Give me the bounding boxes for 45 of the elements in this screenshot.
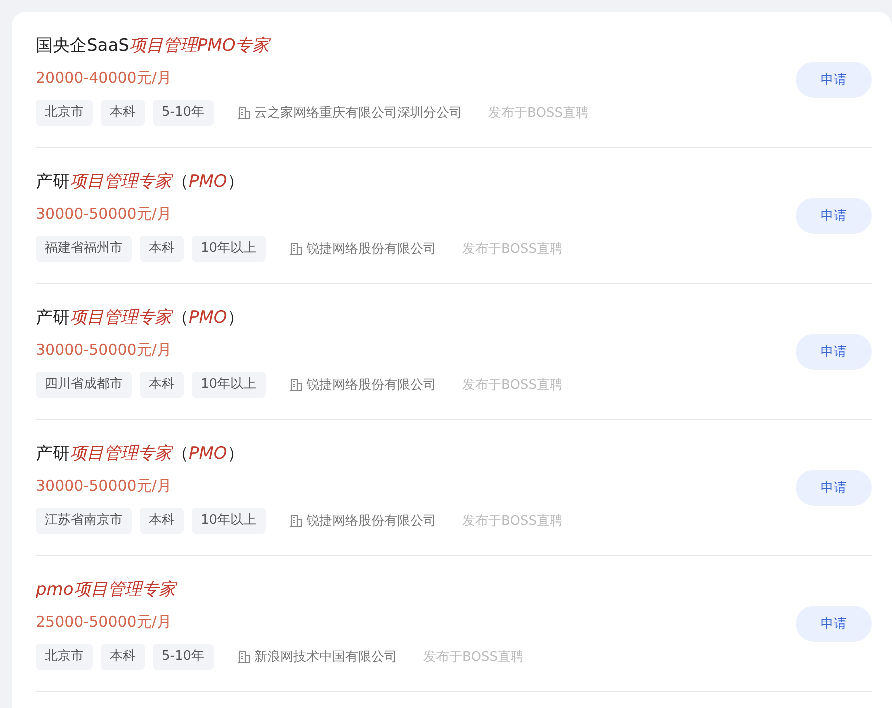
job-tag: 10年以上 (192, 236, 266, 262)
salary: 30000-50000元/月 (36, 204, 173, 224)
source-label: 发布于BOSS直聘 (488, 104, 589, 122)
job-title[interactable]: 产研项目管理专家（PMO） (36, 306, 796, 330)
job-title[interactable]: pmo项目管理专家 (36, 578, 796, 602)
company-name: 新浪网技术中国有限公司 (254, 648, 398, 666)
salary: 30000-50000元/月 (36, 340, 173, 360)
job-tag: 福建省福州市 (36, 236, 132, 262)
apply-button[interactable]: 申请 (796, 606, 872, 642)
source-label: 发布于BOSS直聘 (462, 376, 563, 394)
salary: 30000-50000元/月 (36, 476, 173, 496)
building-icon (290, 242, 303, 255)
company-name: 锐捷网络股份有限公司 (306, 512, 437, 530)
job-tag: 本科 (101, 644, 145, 670)
building-icon (290, 378, 303, 391)
job-tag: 本科 (140, 236, 184, 262)
building-icon (290, 514, 303, 527)
job-title[interactable]: 产研项目管理专家（PMO） (36, 442, 796, 466)
job-title[interactable]: 国央企SaaS项目管理PMO专家 (36, 34, 796, 58)
job-tag: 5-10年 (153, 644, 214, 670)
job-tag: 10年以上 (192, 372, 266, 398)
source-label: 发布于BOSS直聘 (462, 512, 563, 530)
apply-button[interactable]: 申请 (796, 470, 872, 506)
company-name: 云之家网络重庆有限公司深圳分公司 (254, 104, 463, 122)
job-tag: 10年以上 (192, 508, 266, 534)
apply-button[interactable]: 申请 (796, 198, 872, 234)
job-tag: 北京市 (36, 644, 93, 670)
salary: 25000-50000元/月 (36, 612, 173, 632)
job-tag: 5-10年 (153, 100, 214, 126)
job-tag: 北京市 (36, 100, 93, 126)
apply-button[interactable]: 申请 (796, 62, 872, 98)
building-icon (238, 106, 251, 119)
company-name: 锐捷网络股份有限公司 (306, 376, 437, 394)
job-tag: 江苏省南京市 (36, 508, 132, 534)
company-name: 锐捷网络股份有限公司 (306, 240, 437, 258)
building-icon (238, 650, 251, 663)
salary: 20000-40000元/月 (36, 68, 173, 88)
apply-button[interactable]: 申请 (796, 334, 872, 370)
job-tag: 四川省成都市 (36, 372, 132, 398)
source-label: 发布于BOSS直聘 (462, 240, 563, 258)
job-title[interactable]: 产研项目管理专家（PMO） (36, 170, 796, 194)
job-tag: 本科 (140, 508, 184, 534)
job-tag: 本科 (140, 372, 184, 398)
source-label: 发布于BOSS直聘 (424, 648, 524, 666)
job-tag: 本科 (101, 100, 145, 126)
